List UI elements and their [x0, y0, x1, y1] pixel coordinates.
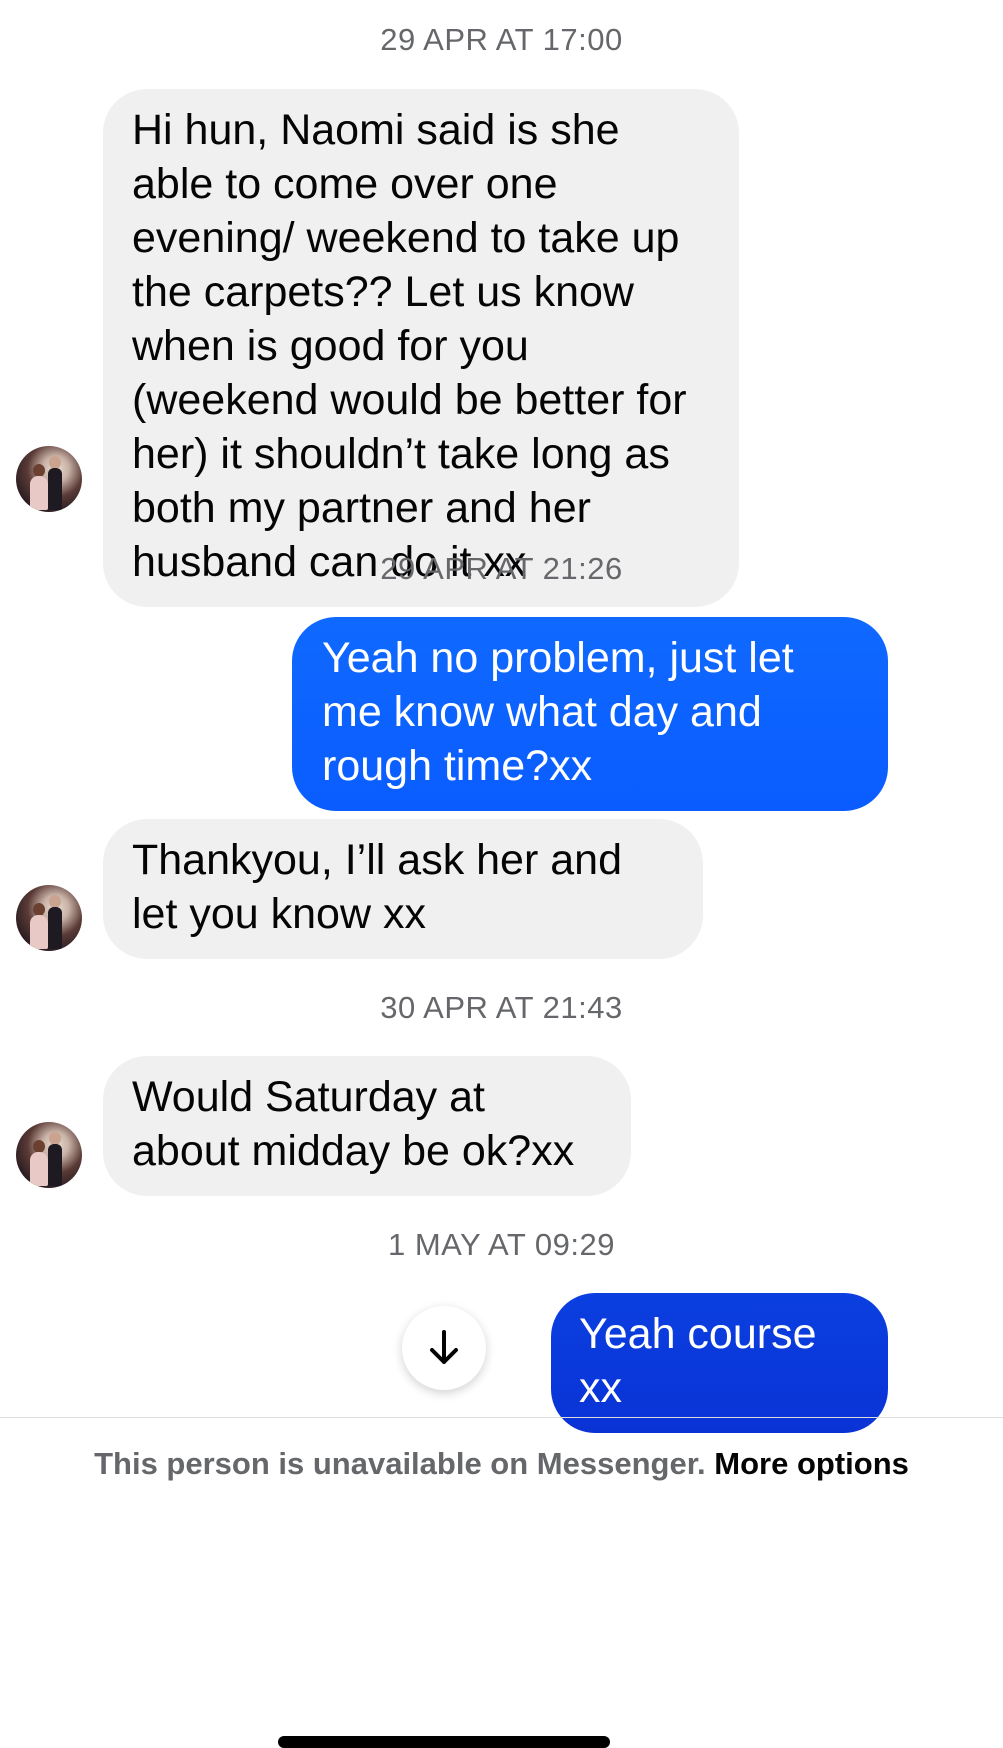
composer-divider	[0, 1417, 1003, 1418]
outgoing-message-bubble[interactable]: Yeah no problem, just let me know what d…	[292, 617, 888, 811]
unavailable-text: This person is unavailable on Messenger.	[94, 1446, 706, 1481]
more-options-link[interactable]: More options	[714, 1446, 909, 1481]
home-indicator	[278, 1736, 610, 1748]
incoming-message-bubble[interactable]: Thankyou, I’ll ask her and let you know …	[103, 819, 703, 959]
outgoing-message-bubble[interactable]: Yeah course xx	[551, 1293, 888, 1433]
scroll-to-bottom-button[interactable]	[402, 1306, 486, 1390]
unavailable-notice: This person is unavailable on Messenger.…	[60, 1446, 943, 1482]
contact-avatar[interactable]	[16, 446, 82, 512]
timestamp: 1 MAY AT 09:29	[387, 1227, 615, 1262]
incoming-message-bubble[interactable]: Would Saturday at about midday be ok?xx	[103, 1056, 631, 1196]
arrow-down-icon	[430, 1330, 458, 1364]
timestamp: 30 APR AT 21:43	[380, 990, 623, 1025]
incoming-message-bubble[interactable]: Hi hun, Naomi said is she able to come o…	[103, 89, 739, 607]
contact-avatar[interactable]	[16, 1122, 82, 1188]
timestamp: 29 APR AT 17:00	[380, 22, 623, 57]
contact-avatar[interactable]	[16, 885, 82, 951]
timestamp: 29 APR AT 21:26	[380, 551, 623, 586]
